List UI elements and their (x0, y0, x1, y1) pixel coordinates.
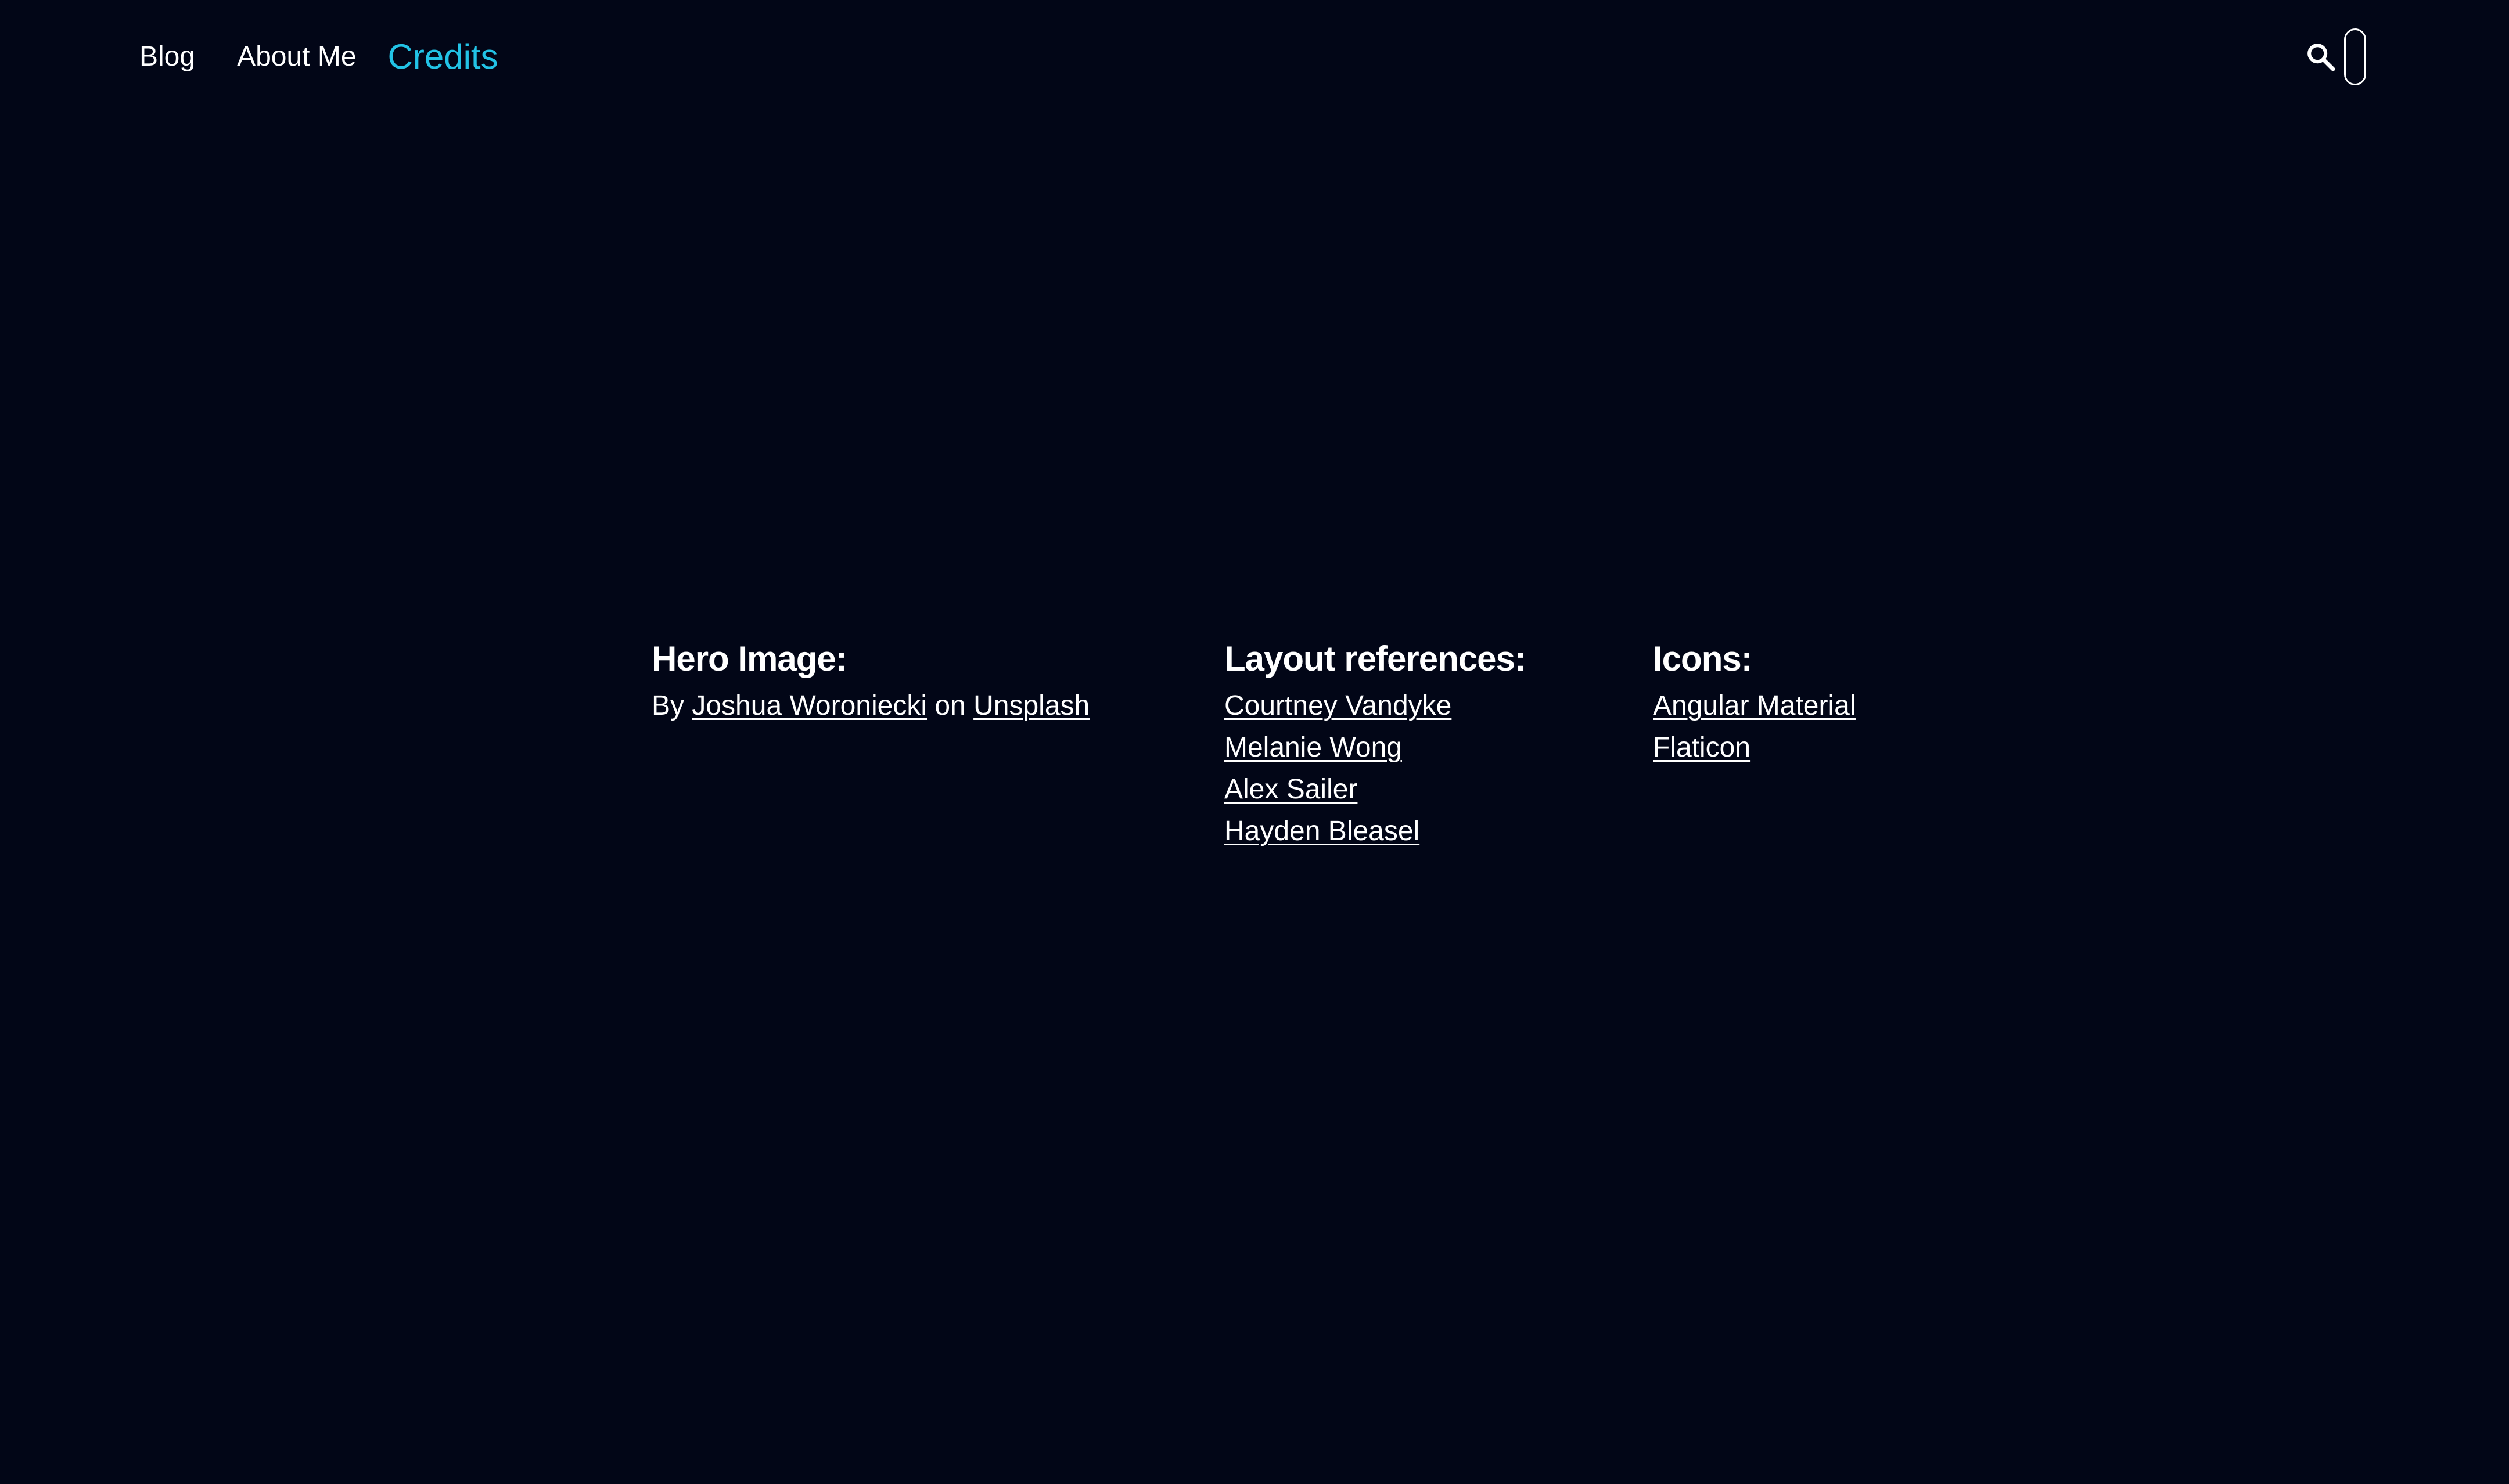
nav-link-blog[interactable]: Blog (139, 36, 195, 78)
hero-image-heading: Hero Image: (652, 639, 847, 678)
list-item: Flaticon (1653, 727, 1856, 769)
layout-references-list: Courtney Vandyke Melanie Wong Alex Saile… (1224, 685, 1526, 852)
icons-credits: Icons: Angular Material Flaticon (1653, 633, 1856, 769)
list-item: Courtney Vandyke (1224, 685, 1526, 727)
by-prefix: By (652, 690, 685, 721)
list-item: Melanie Wong (1224, 727, 1526, 769)
layout-reference-link[interactable]: Alex Sailer (1224, 774, 1357, 805)
icons-list: Angular Material Flaticon (1653, 685, 1856, 769)
nav-link-credits[interactable]: Credits (388, 36, 498, 78)
author-link[interactable]: Joshua Woroniecki (692, 690, 927, 721)
list-item: Hayden Bleasel (1224, 811, 1526, 852)
theme-toggle[interactable] (2344, 28, 2366, 85)
icon-source-link[interactable]: Flaticon (1653, 732, 1750, 763)
unsplash-link[interactable]: Unsplash (973, 690, 1090, 721)
layout-reference-link[interactable]: Hayden Bleasel (1224, 816, 1419, 847)
search-icon (2307, 44, 2335, 71)
hero-image-credits: Hero Image: By Joshua Woroniecki on Unsp… (652, 633, 1090, 727)
layout-references: Layout references: Courtney Vandyke Mela… (1224, 633, 1526, 852)
search-button[interactable] (2302, 38, 2339, 75)
main-nav: Blog About Me Credits (139, 36, 498, 78)
list-item: Alex Sailer (1224, 769, 1526, 811)
icons-heading: Icons: (1653, 639, 1753, 678)
header-actions (2302, 27, 2366, 87)
layout-references-heading: Layout references: (1224, 639, 1526, 678)
nav-link-about[interactable]: About Me (237, 36, 356, 78)
layout-reference-link[interactable]: Melanie Wong (1224, 732, 1402, 763)
on-word: on (934, 690, 966, 721)
page: Blog About Me Credits Hero Image: By Jos… (0, 0, 2509, 1484)
icon-source-link[interactable]: Angular Material (1653, 690, 1856, 721)
hero-image-attribution: By Joshua Woroniecki on Unsplash (652, 685, 1090, 727)
layout-reference-link[interactable]: Courtney Vandyke (1224, 690, 1451, 721)
list-item: Angular Material (1653, 685, 1856, 727)
